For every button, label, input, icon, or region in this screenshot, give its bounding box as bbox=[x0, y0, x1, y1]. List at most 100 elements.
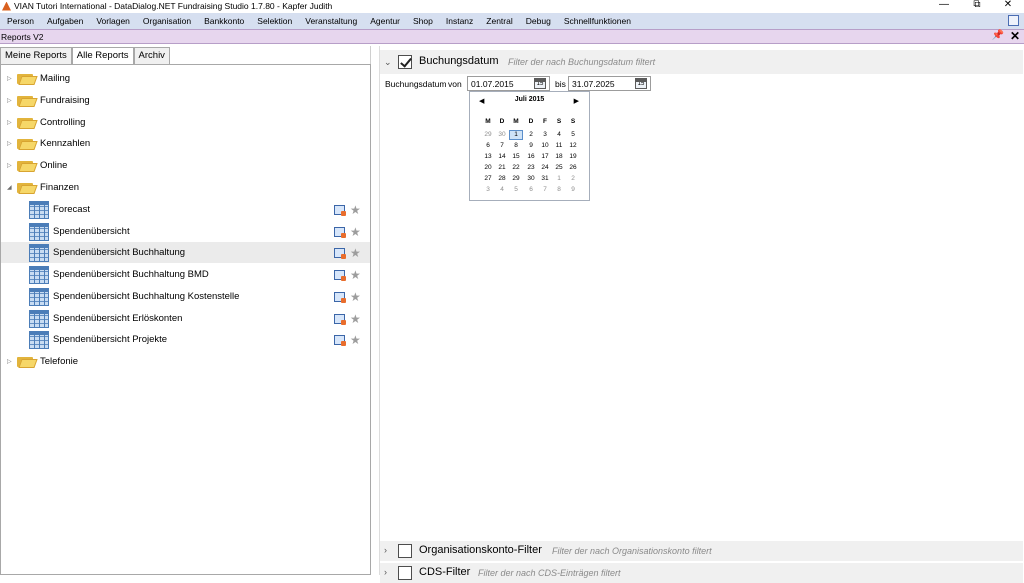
run-report-icon[interactable] bbox=[334, 334, 346, 346]
tree-folder-online[interactable]: ▷ Online bbox=[1, 155, 370, 176]
filter-cds-header[interactable]: › CDS-Filter Filter der nach CDS-Einträg… bbox=[380, 563, 1023, 583]
menu-organisation[interactable]: Organisation bbox=[136, 16, 197, 26]
calendar-day[interactable]: 1 bbox=[509, 130, 523, 140]
calendar-day[interactable]: 25 bbox=[552, 163, 566, 173]
calendar-day[interactable]: 1 bbox=[552, 174, 566, 184]
calendar-day[interactable]: 7 bbox=[495, 141, 509, 151]
favorite-star-icon[interactable]: ★ bbox=[350, 334, 361, 346]
favorite-star-icon[interactable]: ★ bbox=[350, 313, 361, 325]
calendar-day[interactable]: 14 bbox=[495, 152, 509, 162]
favorite-star-icon[interactable]: ★ bbox=[350, 291, 361, 303]
menu-selektion[interactable]: Selektion bbox=[250, 16, 298, 26]
calendar-day[interactable]: 12 bbox=[566, 141, 580, 151]
collapse-icon[interactable]: ◢ bbox=[7, 184, 12, 191]
calendar-day[interactable]: 17 bbox=[538, 152, 552, 162]
calendar-day[interactable]: 21 bbox=[495, 163, 509, 173]
chevron-right-icon[interactable]: › bbox=[384, 545, 387, 555]
run-report-icon[interactable] bbox=[334, 226, 346, 238]
expand-icon[interactable]: ▷ bbox=[7, 119, 12, 126]
calendar-day[interactable]: 8 bbox=[552, 185, 566, 195]
calendar-day[interactable]: 8 bbox=[509, 141, 523, 151]
date-to-input[interactable]: 31.07.2025 15 bbox=[568, 76, 651, 91]
favorite-star-icon[interactable]: ★ bbox=[350, 269, 361, 281]
calendar-day[interactable]: 3 bbox=[538, 130, 552, 140]
filter-buchungsdatum-header[interactable]: ⌄ Buchungsdatum Filter der nach Buchungs… bbox=[380, 50, 1023, 74]
calendar-icon[interactable]: 15 bbox=[635, 78, 647, 89]
minimize-button[interactable]: — bbox=[929, 0, 959, 10]
notes-icon[interactable] bbox=[1008, 15, 1019, 26]
calendar-day[interactable]: 4 bbox=[495, 185, 509, 195]
report-spendenuebersicht-projekte[interactable]: Spendenübersicht Projekte ★ bbox=[1, 329, 370, 350]
calendar-day[interactable]: 16 bbox=[524, 152, 538, 162]
menu-shop[interactable]: Shop bbox=[406, 16, 439, 26]
calendar-day[interactable]: 28 bbox=[495, 174, 509, 184]
calendar-day[interactable]: 4 bbox=[552, 130, 566, 140]
close-window-button[interactable]: ✕ bbox=[993, 0, 1023, 10]
menu-zentral[interactable]: Zentral bbox=[479, 16, 518, 26]
calendar-day[interactable]: 29 bbox=[509, 174, 523, 184]
calendar-day[interactable]: 5 bbox=[566, 130, 580, 140]
calendar-day[interactable]: 10 bbox=[538, 141, 552, 151]
expand-icon[interactable]: ▷ bbox=[7, 97, 12, 104]
calendar-day[interactable]: 18 bbox=[552, 152, 566, 162]
favorite-star-icon[interactable]: ★ bbox=[350, 204, 361, 216]
tab-archiv[interactable]: Archiv bbox=[133, 47, 170, 64]
expand-icon[interactable]: ▷ bbox=[7, 162, 12, 169]
report-spendenuebersicht-buchhaltung[interactable]: Spendenübersicht Buchhaltung ★ bbox=[1, 242, 370, 263]
menu-agentur[interactable]: Agentur bbox=[363, 16, 406, 26]
run-report-icon[interactable] bbox=[334, 247, 346, 259]
tree-folder-mailing[interactable]: ▷ Mailing bbox=[1, 68, 370, 89]
report-spendenuebersicht-erloeskonten[interactable]: Spendenübersicht Erlöskonten ★ bbox=[1, 308, 370, 329]
calendar-day[interactable]: 13 bbox=[481, 152, 495, 162]
filter-organisationskonto-checkbox[interactable] bbox=[398, 544, 412, 558]
tree-folder-controlling[interactable]: ▷ Controlling bbox=[1, 112, 370, 133]
filter-organisationskonto-header[interactable]: › Organisationskonto-Filter Filter der n… bbox=[380, 541, 1023, 561]
calendar-day[interactable]: 11 bbox=[552, 141, 566, 151]
menu-debug[interactable]: Debug bbox=[519, 16, 557, 26]
calendar-day[interactable]: 9 bbox=[566, 185, 580, 195]
calendar-day[interactable]: 19 bbox=[566, 152, 580, 162]
pin-icon[interactable]: 📌 bbox=[992, 30, 1004, 41]
favorite-star-icon[interactable]: ★ bbox=[350, 247, 361, 259]
chevron-right-icon[interactable]: › bbox=[384, 567, 387, 577]
chevron-down-icon[interactable]: ⌄ bbox=[384, 57, 392, 68]
menu-schnellfunktionen[interactable]: Schnellfunktionen bbox=[557, 16, 637, 26]
calendar-day[interactable]: 24 bbox=[538, 163, 552, 173]
tree-folder-kennzahlen[interactable]: ▷ Kennzahlen bbox=[1, 133, 370, 154]
tab-meine-reports[interactable]: Meine Reports bbox=[0, 47, 72, 64]
calendar-day[interactable]: 2 bbox=[524, 130, 538, 140]
expand-icon[interactable]: ▷ bbox=[7, 358, 12, 365]
calendar-day[interactable]: 15 bbox=[509, 152, 523, 162]
menu-person[interactable]: Person bbox=[0, 16, 40, 26]
calendar-next-month-button[interactable]: ▶ bbox=[574, 97, 579, 105]
filter-buchungsdatum-checkbox[interactable] bbox=[398, 55, 412, 69]
run-report-icon[interactable] bbox=[334, 269, 346, 281]
run-report-icon[interactable] bbox=[334, 313, 346, 325]
close-document-button[interactable]: ✕ bbox=[1010, 29, 1020, 43]
calendar-day[interactable]: 7 bbox=[538, 185, 552, 195]
calendar-day[interactable]: 23 bbox=[524, 163, 538, 173]
calendar-day[interactable]: 27 bbox=[481, 174, 495, 184]
expand-icon[interactable]: ▷ bbox=[7, 140, 12, 147]
calendar-icon[interactable]: 15 bbox=[534, 78, 546, 89]
calendar-day[interactable]: 6 bbox=[524, 185, 538, 195]
calendar-month-title[interactable]: Juli 2015 bbox=[470, 96, 589, 108]
tree-folder-finanzen[interactable]: ◢ Finanzen bbox=[1, 177, 370, 198]
report-spendenuebersicht[interactable]: Spendenübersicht ★ bbox=[1, 221, 370, 242]
date-from-input[interactable]: 01.07.2015 15 bbox=[467, 76, 550, 91]
calendar-day[interactable]: 22 bbox=[509, 163, 523, 173]
filter-cds-checkbox[interactable] bbox=[398, 566, 412, 580]
calendar-day[interactable]: 26 bbox=[566, 163, 580, 173]
calendar-day[interactable]: 20 bbox=[481, 163, 495, 173]
favorite-star-icon[interactable]: ★ bbox=[350, 226, 361, 238]
menu-aufgaben[interactable]: Aufgaben bbox=[40, 16, 89, 26]
report-spendenuebersicht-buchhaltung-kostenstelle[interactable]: Spendenübersicht Buchhaltung Kostenstell… bbox=[1, 286, 370, 307]
menu-veranstaltung[interactable]: Veranstaltung bbox=[298, 16, 363, 26]
calendar-day[interactable]: 30 bbox=[524, 174, 538, 184]
calendar-day[interactable]: 29 bbox=[481, 130, 495, 140]
run-report-icon[interactable] bbox=[334, 204, 346, 216]
menu-vorlagen[interactable]: Vorlagen bbox=[89, 16, 136, 26]
calendar-day[interactable]: 31 bbox=[538, 174, 552, 184]
calendar-day[interactable]: 9 bbox=[524, 141, 538, 151]
report-spendenuebersicht-buchhaltung-bmd[interactable]: Spendenübersicht Buchhaltung BMD ★ bbox=[1, 264, 370, 285]
